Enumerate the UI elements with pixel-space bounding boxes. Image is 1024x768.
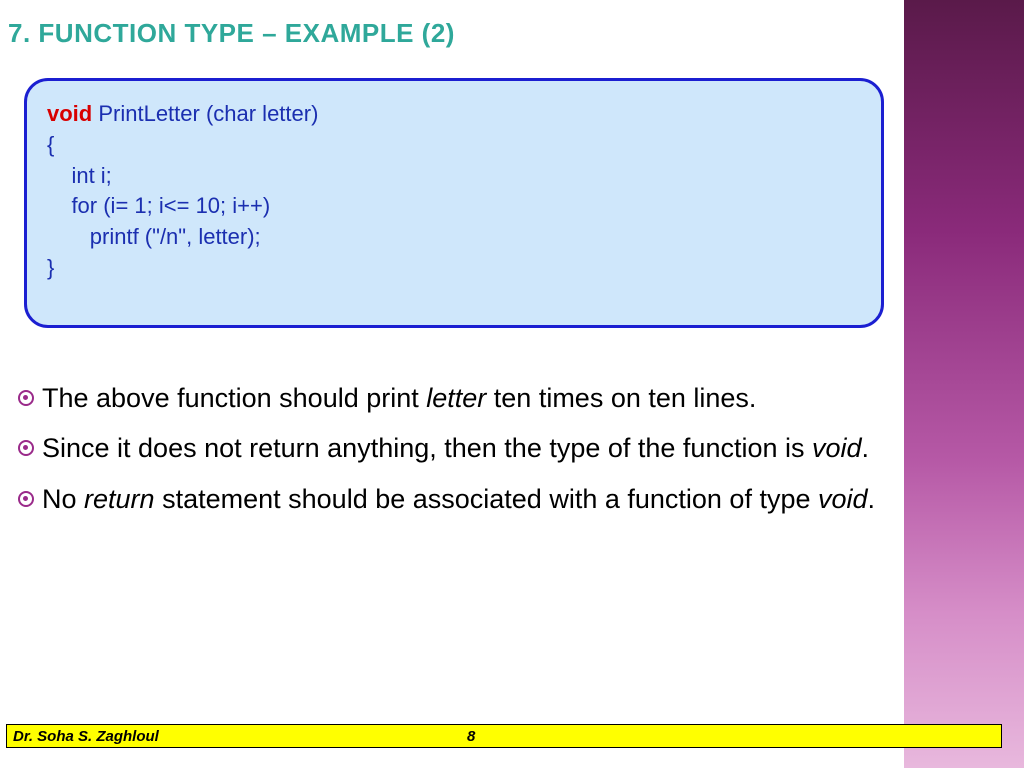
code-line-1: void PrintLetter (char letter) [47,99,861,130]
keyword-void: void [47,101,92,126]
italic-text: void [812,433,862,463]
bullet-icon [18,491,34,507]
code-line-6: } [47,253,861,284]
content-area: The above function should print letter t… [18,380,888,531]
text: statement should be associated with a fu… [155,484,818,514]
code-text: PrintLetter (char letter) [92,101,318,126]
text: . [862,433,870,463]
text: No [42,484,84,514]
italic-text: void [818,484,868,514]
code-box: void PrintLetter (char letter) { int i; … [24,78,884,328]
bullet-item-1: The above function should print letter t… [18,380,888,416]
code-line-5: printf ("/n", letter); [47,222,861,253]
side-gradient [904,0,1024,768]
bullet-item-3: No return statement should be associated… [18,481,888,517]
italic-text: letter [426,383,486,413]
bullet-text: No return statement should be associated… [42,481,888,517]
bullet-item-2: Since it does not return anything, then … [18,430,888,466]
text: The above function should print [42,383,426,413]
footer-author: Dr. Soha S. Zaghloul [7,728,159,745]
bullet-icon [18,440,34,456]
footer-bar: Dr. Soha S. Zaghloul 8 [6,724,1002,748]
code-line-2: { [47,130,861,161]
slide-title: 7. FUNCTION TYPE – EXAMPLE (2) [8,18,455,49]
italic-text: return [84,484,155,514]
bullet-text: Since it does not return anything, then … [42,430,888,466]
code-line-3: int i; [47,161,861,192]
code-line-4: for (i= 1; i<= 10; i++) [47,191,861,222]
text: Since it does not return anything, then … [42,433,812,463]
bullet-icon [18,390,34,406]
bullet-text: The above function should print letter t… [42,380,888,416]
text: ten times on ten lines. [486,383,756,413]
footer-page-number: 8 [467,728,475,745]
text: . [868,484,876,514]
